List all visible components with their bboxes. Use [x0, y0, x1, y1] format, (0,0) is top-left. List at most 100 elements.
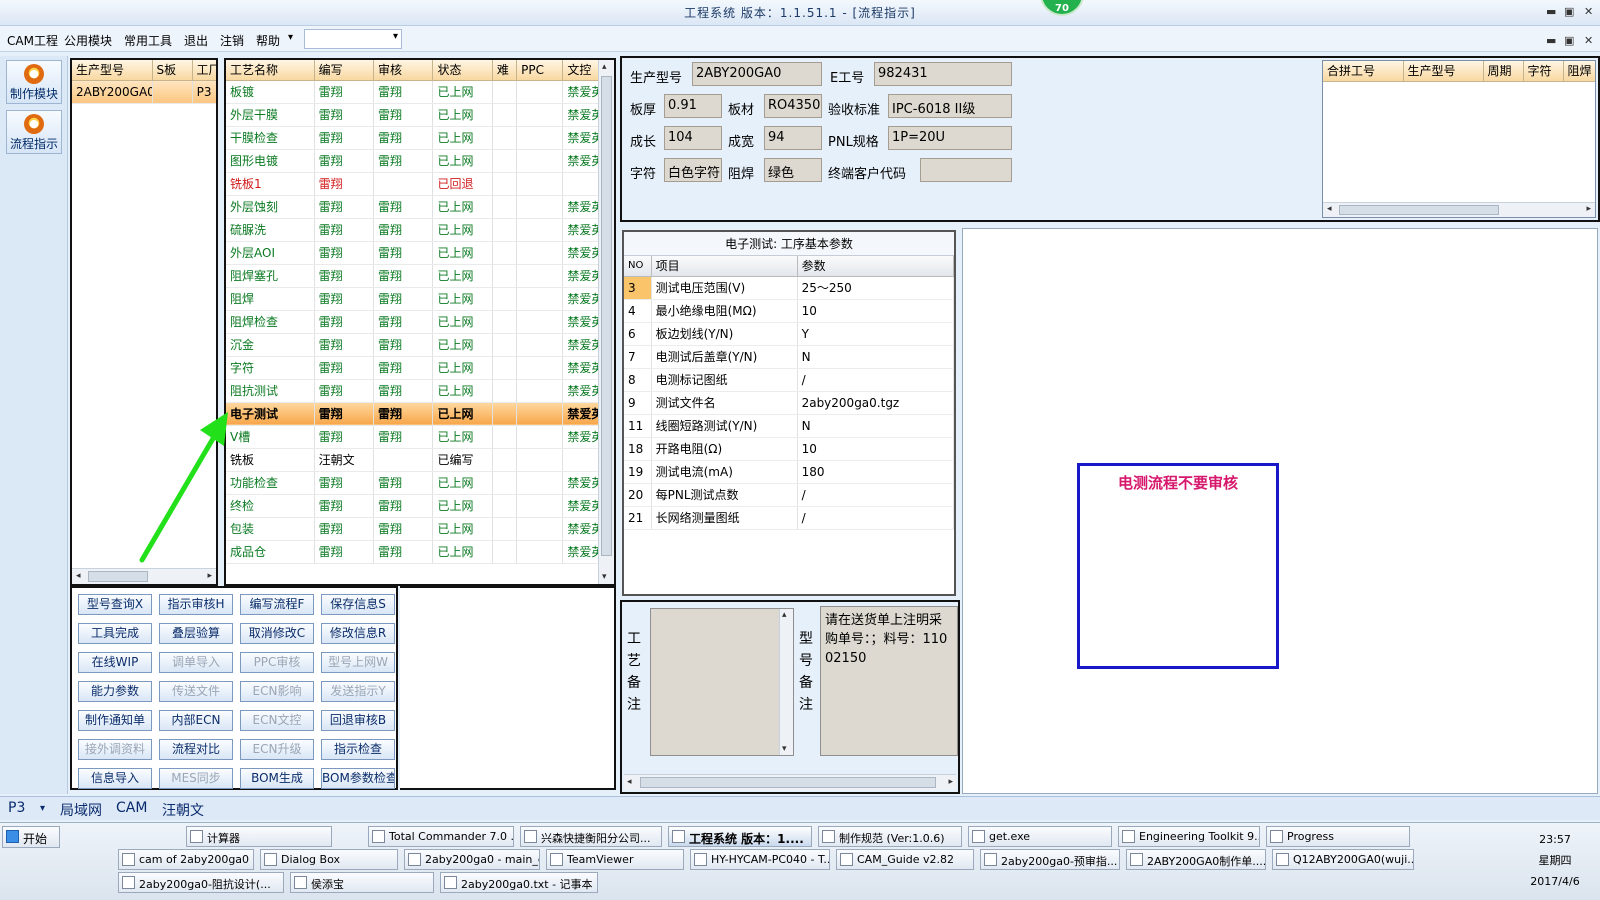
col-header-combo-model[interactable]: 生产型号: [1403, 61, 1484, 82]
table-row[interactable]: 铣板1 雷翔 已回退: [226, 172, 614, 196]
table-row[interactable]: 6 板边划线(Y/N) Y: [624, 322, 955, 346]
menu-logout[interactable]: 注销: [220, 32, 244, 49]
function-button[interactable]: 能力参数: [78, 681, 152, 702]
col-header-mask[interactable]: 阻焊: [1563, 61, 1595, 82]
notes-hscroll[interactable]: ◂ ▸: [624, 774, 956, 790]
function-button[interactable]: 修改信息R: [321, 623, 395, 644]
table-row[interactable]: 9 测试文件名 2aby200ga0.tgz: [624, 391, 955, 415]
table-row[interactable]: 阻焊 雷翔 雷翔 已上网 禁爱英: [226, 287, 614, 311]
taskbar-item[interactable]: 侯添宝: [290, 872, 434, 893]
function-button[interactable]: 叠层验算: [159, 623, 233, 644]
taskbar-item[interactable]: Dialog Box: [260, 849, 398, 870]
table-row[interactable]: 功能检查 雷翔 雷翔 已上网 禁爱英: [226, 471, 614, 495]
col-header-param[interactable]: 参数: [797, 256, 955, 277]
taskbar-item[interactable]: HY-HYCAM-PC040 - T...: [690, 849, 830, 870]
help-dropdown-icon[interactable]: ▾: [288, 32, 293, 43]
function-button[interactable]: BOM生成: [240, 768, 314, 789]
taskbar-item[interactable]: 2aby200ga0 - main_qa: [404, 849, 540, 870]
menu-common-module[interactable]: 公用模块: [64, 32, 112, 49]
table-row[interactable]: 外层AOI 雷翔 雷翔 已上网 禁爱英: [226, 241, 614, 265]
col-header-char[interactable]: 字符: [1523, 61, 1564, 82]
e-no-field[interactable]: 982431: [874, 62, 1012, 86]
table-row[interactable]: 外层蚀刻 雷翔 雷翔 已上网 禁爱英: [226, 195, 614, 219]
table-row[interactable]: 阻焊检查 雷翔 雷翔 已上网 禁爱英: [226, 310, 614, 334]
tab-user[interactable]: 汪朝文: [162, 800, 204, 820]
taskbar-item[interactable]: 2aby200ga0.txt - 记事本: [440, 872, 598, 893]
function-button[interactable]: ECN文控: [240, 710, 314, 731]
col-header-no[interactable]: NO: [624, 256, 652, 277]
taskbar-item[interactable]: CAM_Guide v2.82: [836, 849, 974, 870]
function-button[interactable]: ECN升级: [240, 739, 314, 760]
col-header-writer[interactable]: 编写: [314, 60, 375, 81]
taskbar-item[interactable]: Progress: [1266, 826, 1410, 847]
taskbar-item[interactable]: get.exe: [968, 826, 1112, 847]
model-note-box[interactable]: 请在送货单上注明采购单号：；料号：11002150: [820, 606, 958, 756]
function-button[interactable]: 传送文件: [159, 681, 233, 702]
factory-dropdown-icon[interactable]: ▾: [40, 803, 45, 814]
make-module-button[interactable]: ● 制作模块: [6, 60, 62, 104]
start-button[interactable]: 开始: [2, 826, 60, 848]
table-row[interactable]: 干膜检查 雷翔 雷翔 已上网 禁爱英: [226, 126, 614, 150]
process-grid-vscroll[interactable]: ▴ ▾: [598, 60, 614, 584]
table-row[interactable]: 18 开路电阻(Ω) 10: [624, 437, 955, 461]
col-header-combo-no[interactable]: 合拼工号: [1323, 61, 1404, 82]
table-row[interactable]: 2ABY200GA0 P3: [72, 80, 216, 104]
table-row[interactable]: V槽 雷翔 雷翔 已上网 禁爱英: [226, 425, 614, 449]
col-header-cycle[interactable]: 周期: [1483, 61, 1524, 82]
char-field[interactable]: 白色字符: [664, 158, 722, 182]
taskbar-item[interactable]: Total Commander 7.0 ...: [368, 826, 514, 847]
system-clock[interactable]: 23:57 星期四 2017/4/6: [1520, 829, 1590, 892]
taskbar-item[interactable]: cam of 2aby200ga0: [118, 849, 254, 870]
taskbar-item[interactable]: TeamViewer: [546, 849, 684, 870]
combo-grid-hscroll[interactable]: ◂ ▸: [1323, 202, 1595, 217]
function-button[interactable]: 取消修改C: [240, 623, 314, 644]
col-header-reviewer[interactable]: 审核: [373, 60, 434, 81]
taskbar-item[interactable]: Engineering Toolkit 9....: [1118, 826, 1260, 847]
mdi-close-icon[interactable]: ✕: [1584, 34, 1593, 47]
table-row[interactable]: 阻焊塞孔 雷翔 雷翔 已上网 禁爱英: [226, 264, 614, 288]
function-button[interactable]: 流程对比: [159, 739, 233, 760]
col-header-item[interactable]: 项目: [651, 256, 798, 277]
col-header-factory[interactable]: 工厂: [192, 60, 216, 81]
function-button[interactable]: 内部ECN: [159, 710, 233, 731]
table-row[interactable]: 7 电测试后盖章(Y/N) N: [624, 345, 955, 369]
function-button[interactable]: 调单导入: [159, 652, 233, 673]
table-row[interactable]: 铣板 汪朝文 已编写: [226, 448, 614, 472]
function-button[interactable]: 编写流程F: [240, 594, 314, 615]
function-button[interactable]: 发送指示Y: [321, 681, 395, 702]
accept-std-field[interactable]: IPC-6018 II级: [888, 94, 1012, 118]
maximize-icon[interactable]: ▣: [1564, 5, 1574, 18]
function-button[interactable]: PPC审核: [240, 652, 314, 673]
process-note-box[interactable]: ▴ ▾: [650, 608, 794, 756]
function-button[interactable]: ECN影响: [240, 681, 314, 702]
tab-lan[interactable]: 局域网: [60, 800, 102, 820]
table-row[interactable]: 11 线圈短路测试(Y/N) N: [624, 414, 955, 438]
table-row[interactable]: 电子测试 雷翔 雷翔 已上网 禁爱英: [226, 402, 614, 426]
width-field[interactable]: 94: [764, 126, 822, 150]
taskbar-item[interactable]: 兴森快捷衡阳分公司...: [520, 826, 662, 847]
table-row[interactable]: 8 电测标记图纸 /: [624, 368, 955, 392]
length-field[interactable]: 104: [664, 126, 722, 150]
table-row[interactable]: 板镀 雷翔 雷翔 已上网 禁爱英: [226, 80, 614, 104]
function-button[interactable]: 指示检查: [321, 739, 395, 760]
function-button[interactable]: 型号上网W: [321, 652, 395, 673]
menu-combo-box[interactable]: [304, 29, 402, 49]
menu-help[interactable]: 帮助: [256, 32, 280, 49]
flow-guide-button[interactable]: ● 流程指示: [6, 110, 62, 154]
table-row[interactable]: 终检 雷翔 雷翔 已上网 禁爱英: [226, 494, 614, 518]
prod-model-field[interactable]: 2ABY200GA0: [692, 62, 822, 86]
taskbar-item[interactable]: 计算器: [186, 826, 332, 847]
minimize-icon[interactable]: ▬: [1546, 5, 1556, 18]
function-button[interactable]: 在线WIP: [78, 652, 152, 673]
mask-field[interactable]: 绿色: [764, 158, 822, 182]
table-row[interactable]: 20 每PNL测试点数 /: [624, 483, 955, 507]
function-button[interactable]: 型号查询X: [78, 594, 152, 615]
taskbar-item[interactable]: 2aby200ga0-阻抗设计(...: [118, 872, 284, 893]
col-header-ppc[interactable]: PPC: [516, 60, 564, 81]
table-row[interactable]: 3 测试电压范围(V) 25～250: [624, 276, 955, 300]
close-icon[interactable]: ✕: [1584, 5, 1593, 18]
menu-cam[interactable]: CAM工程: [7, 32, 58, 49]
table-row[interactable]: 成品仓 雷翔 雷翔 已上网 禁爱英: [226, 540, 614, 564]
function-button[interactable]: 工具完成: [78, 623, 152, 644]
col-header-difficulty[interactable]: 难: [492, 60, 518, 81]
